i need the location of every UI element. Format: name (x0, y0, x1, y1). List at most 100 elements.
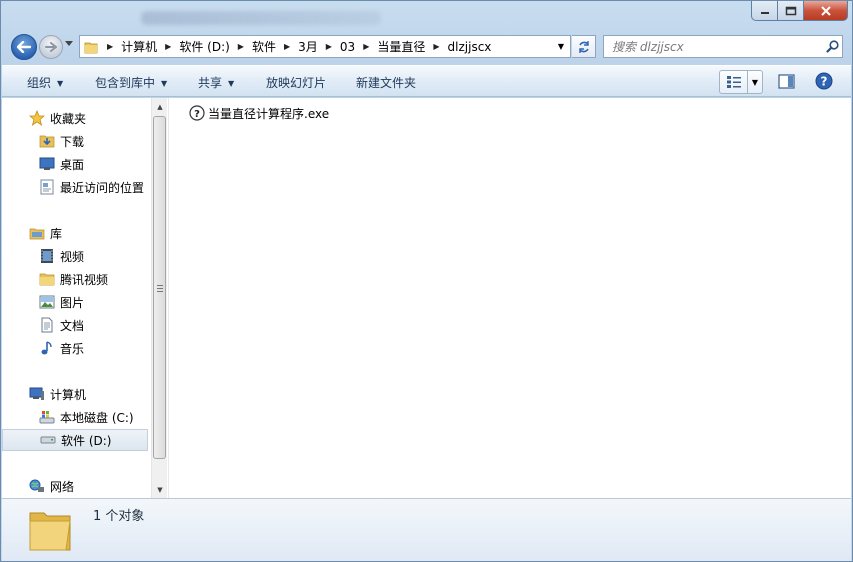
maximize-button[interactable] (778, 1, 804, 21)
nav-item-tencent-video[interactable]: 腾讯视频 (2, 268, 148, 290)
breadcrumb-march[interactable]: 3月 (295, 38, 321, 55)
nav-network[interactable]: 网络 (2, 475, 148, 497)
desktop-icon (38, 156, 56, 172)
close-button[interactable] (804, 1, 848, 21)
breadcrumb-equivalent-diameter[interactable]: 当量直径 (374, 38, 428, 55)
svg-text:?: ? (194, 109, 200, 120)
nav-item-music[interactable]: 音乐 (2, 337, 148, 359)
computer-icon (28, 386, 46, 402)
chevron-right-icon[interactable]: ▶ (233, 42, 249, 51)
breadcrumb-dlzjjscx[interactable]: dlzjjscx (445, 40, 495, 54)
nav-item-local-disk-c[interactable]: 本地磁盘 (C:) (2, 406, 148, 428)
scroll-up-arrow-icon[interactable]: ▲ (152, 98, 168, 115)
picture-library-icon (38, 294, 56, 310)
command-bar: 组织 ▼ 包含到库中 ▼ 共享 ▼ 放映幻灯片 新建文件夹 ▼ ? (2, 65, 851, 97)
help-icon[interactable]: ? (815, 72, 833, 90)
chevron-down-icon[interactable]: ▼ (552, 42, 570, 51)
nav-computer-label: 计算机 (50, 387, 87, 402)
navigation-pane: 收藏夹 下载 桌面 最近访问的位置 库 视频 腾讯视频 图片 文档 音乐 计算机… (2, 98, 151, 498)
chevron-right-icon[interactable]: ▶ (279, 42, 295, 51)
back-button[interactable] (11, 34, 37, 60)
chevron-right-icon[interactable]: ▶ (102, 42, 118, 51)
search-box[interactable] (603, 35, 843, 58)
nav-libraries[interactable]: 库 (2, 222, 148, 244)
nav-item-label: 最近访问的位置 (60, 180, 145, 195)
drive-icon (39, 432, 57, 448)
slideshow-button[interactable]: 放映幻灯片 (266, 74, 326, 91)
nav-item-videos[interactable]: 视频 (2, 245, 148, 267)
nav-item-pictures[interactable]: 图片 (2, 291, 148, 313)
nav-item-desktop[interactable]: 桌面 (2, 153, 148, 175)
nav-computer[interactable]: 计算机 (2, 383, 148, 405)
nav-item-label: 下载 (60, 134, 85, 149)
nav-item-recent-places[interactable]: 最近访问的位置 (2, 176, 148, 198)
nav-item-documents[interactable]: 文档 (2, 314, 148, 336)
nav-favorites[interactable]: 收藏夹 (2, 107, 148, 129)
chevron-right-icon[interactable]: ▶ (428, 42, 444, 51)
refresh-button[interactable] (572, 35, 596, 58)
chevron-right-icon[interactable]: ▶ (160, 42, 176, 51)
file-item[interactable]: ? 当量直径计算程序.exe (188, 104, 329, 122)
grip-icon (157, 285, 163, 292)
breadcrumb-03[interactable]: 03 (337, 40, 358, 54)
nav-network-label: 网络 (50, 479, 75, 494)
breadcrumb: ▶ 计算机 ▶ 软件 (D:) ▶ 软件 ▶ 3月 ▶ 03 ▶ 当量直径 ▶ … (102, 38, 552, 55)
star-icon (28, 110, 46, 126)
nav-item-label: 图片 (60, 295, 85, 310)
file-list[interactable]: ? 当量直径计算程序.exe (168, 98, 851, 498)
chevron-down-icon: ▼ (57, 79, 64, 88)
nav-item-downloads[interactable]: 下载 (2, 130, 148, 152)
file-name: 当量直径计算程序.exe (208, 106, 330, 121)
search-icon[interactable] (822, 40, 842, 53)
share-button[interactable]: 共享 ▼ (198, 74, 234, 91)
nav-item-label: 视频 (60, 249, 85, 264)
view-details-icon[interactable] (720, 71, 748, 93)
navigation-scrollbar[interactable]: ▲ ▼ (151, 98, 167, 498)
maximize-icon (785, 6, 796, 15)
new-folder-button[interactable]: 新建文件夹 (356, 74, 416, 91)
nav-item-label: 腾讯视频 (60, 272, 109, 287)
minimize-icon (760, 11, 769, 14)
breadcrumb-software[interactable]: 软件 (249, 38, 279, 55)
nav-favorites-label: 收藏夹 (50, 111, 87, 126)
minimize-button[interactable] (751, 1, 778, 21)
content-area: 收藏夹 下载 桌面 最近访问的位置 库 视频 腾讯视频 图片 文档 音乐 计算机… (2, 98, 851, 498)
scroll-down-arrow-icon[interactable]: ▼ (152, 481, 168, 498)
svg-text:?: ? (821, 75, 828, 89)
organize-button[interactable]: 组织 ▼ (27, 74, 63, 91)
nav-item-drive-d[interactable]: 软件 (D:) (2, 429, 148, 451)
include-in-library-button[interactable]: 包含到库中 ▼ (95, 74, 167, 91)
caption-buttons (751, 1, 848, 21)
address-bar[interactable]: ▶ 计算机 ▶ 软件 (D:) ▶ 软件 ▶ 3月 ▶ 03 ▶ 当量直径 ▶ … (79, 35, 571, 58)
nav-item-label: 文档 (60, 318, 85, 333)
nav-item-label: 软件 (D:) (61, 433, 112, 448)
include-in-library-label: 包含到库中 (95, 76, 156, 90)
close-icon (820, 5, 831, 16)
network-icon (28, 478, 46, 494)
video-library-icon (38, 248, 56, 264)
forward-button[interactable] (39, 35, 63, 59)
chevron-right-icon[interactable]: ▶ (358, 42, 374, 51)
explorer-window: ▶ 计算机 ▶ 软件 (D:) ▶ 软件 ▶ 3月 ▶ 03 ▶ 当量直径 ▶ … (0, 0, 853, 562)
scrollbar-thumb[interactable] (153, 116, 166, 459)
organize-label: 组织 (27, 76, 52, 90)
item-count: 1 个对象 (93, 509, 145, 524)
recent-pages-dropdown-icon[interactable] (65, 41, 73, 47)
arrow-left-icon (17, 41, 31, 53)
chevron-right-icon[interactable]: ▶ (321, 42, 337, 51)
folder-icon (38, 271, 56, 287)
breadcrumb-computer[interactable]: 计算机 (118, 38, 160, 55)
preview-pane-icon[interactable] (778, 74, 796, 90)
chevron-down-icon[interactable]: ▼ (748, 71, 762, 93)
breadcrumb-drive-d[interactable]: 软件 (D:) (176, 38, 232, 55)
system-drive-icon (38, 409, 56, 425)
folder-icon (80, 40, 102, 54)
music-note-icon (38, 340, 56, 356)
details-pane: 1 个对象 (2, 498, 851, 561)
nav-item-label: 本地磁盘 (C:) (60, 410, 134, 425)
nav-item-label: 音乐 (60, 341, 85, 356)
change-view-button[interactable]: ▼ (719, 70, 763, 94)
arrow-right-icon (45, 42, 57, 52)
chevron-down-icon: ▼ (228, 79, 235, 88)
search-input[interactable] (612, 39, 822, 54)
